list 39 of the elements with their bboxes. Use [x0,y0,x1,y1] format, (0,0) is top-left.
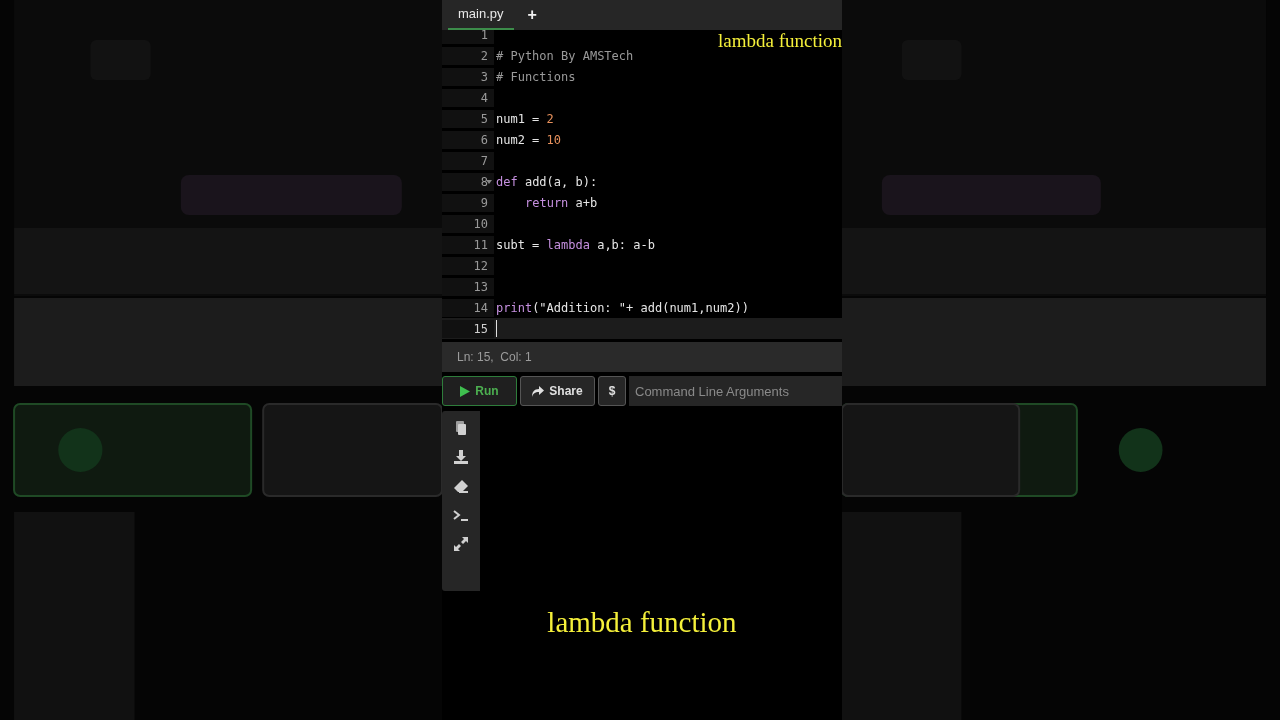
arguments-field[interactable]: Command Line Arguments [629,376,842,406]
code-line: return a+b [524,194,598,212]
code-line: # Functions [495,68,576,86]
line-number: 9 [480,194,488,212]
line-number: 8 [480,173,488,191]
terminal-icon[interactable] [453,507,469,523]
line-number: 12 [473,257,488,275]
share-button[interactable]: Share [520,376,595,406]
play-icon [460,385,471,397]
line-number: 1 [480,30,488,44]
fold-caret-icon[interactable] [486,178,492,185]
code-line: print("Addition: "+ add(num1,num2)) [495,299,749,317]
line-number: 15 [473,320,488,338]
line-number: 5 [480,110,488,128]
line-number: 13 [473,278,488,296]
new-tab-button[interactable]: + [517,0,547,30]
line-number: 14 [473,299,488,317]
code-line: num1 = 2 [495,110,554,128]
cursor-position: Ln: 15, Col: 1 [457,349,532,366]
line-number: 7 [480,152,488,170]
line-number: 2 [480,47,488,65]
code-line: # Python By AMSTech [495,47,634,65]
video-caption: lambda function [547,605,737,640]
expand-icon[interactable] [453,536,469,552]
code-line: num2 = 10 [495,131,562,149]
copy-icon[interactable] [453,420,469,436]
code-line: def add(a, b): [495,173,598,191]
line-number: 3 [480,68,488,86]
dollar-button[interactable]: $ [598,376,626,406]
share-arrow-icon [532,385,545,397]
eraser-icon[interactable] [453,478,469,494]
download-icon[interactable] [453,449,469,465]
run-button[interactable]: Run [442,376,517,406]
line-number: 4 [480,89,488,107]
overlay-caption: lambda function [718,29,842,53]
line-number: 11 [473,236,488,254]
line-number: 6 [480,131,488,149]
line-number: 10 [473,215,488,233]
code-line: subt = lambda a,b: a-b [495,236,655,254]
